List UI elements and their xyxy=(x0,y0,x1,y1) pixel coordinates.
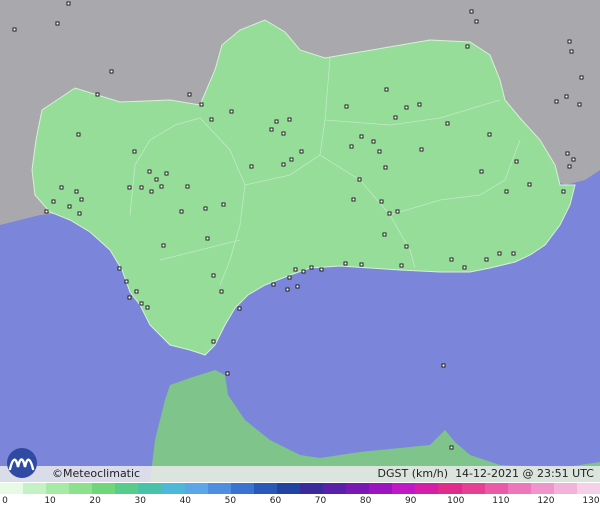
color-scale-swatch xyxy=(23,483,47,494)
color-scale-label: 30 xyxy=(134,496,146,506)
color-scale-swatch xyxy=(92,483,116,494)
color-scale-label: 60 xyxy=(269,496,282,506)
color-scale-swatch xyxy=(184,483,208,494)
color-scale-swatch xyxy=(346,483,370,494)
color-scale-label: 130 xyxy=(582,496,600,506)
color-scale-swatch xyxy=(553,483,577,494)
color-scale-label: 120 xyxy=(537,496,555,506)
color-scale-label: 20 xyxy=(89,496,101,506)
meteoclimatic-logo xyxy=(7,448,37,478)
color-scale-label: 50 xyxy=(224,496,237,506)
color-scale-swatch xyxy=(69,483,93,494)
color-scale-swatch xyxy=(276,483,301,494)
color-scale-swatch xyxy=(207,483,231,494)
color-scale-swatch xyxy=(115,483,139,494)
color-scale-swatch xyxy=(507,483,531,494)
color-scale-swatch xyxy=(438,483,462,494)
color-scale-swatch xyxy=(300,483,324,494)
map xyxy=(0,0,600,482)
color-scale-swatch xyxy=(138,483,162,494)
color-scale-swatch xyxy=(161,483,185,494)
color-scale-swatch xyxy=(323,483,347,494)
color-scale-label: 90 xyxy=(404,496,417,506)
color-scale-swatch xyxy=(530,483,554,494)
color-scale-label: 10 xyxy=(44,496,56,506)
color-scale-swatch xyxy=(461,483,485,494)
color-scale-swatch xyxy=(415,483,439,494)
color-scale-swatch xyxy=(253,483,277,494)
color-scale: 0 10 20 30 40 50 60 70 80 90 100 110 120 130 xyxy=(0,483,600,517)
color-scale-bar xyxy=(0,483,600,494)
color-scale-labels: 0 10 20 30 40 50 60 70 80 90 100 110 120 130 xyxy=(0,496,600,512)
color-scale-swatch xyxy=(0,483,24,494)
color-scale-label: 110 xyxy=(492,496,510,506)
color-scale-label: 40 xyxy=(179,496,192,506)
color-scale-label: 70 xyxy=(314,496,327,506)
color-scale-swatch xyxy=(369,483,393,494)
color-scale-swatch xyxy=(576,483,600,494)
color-scale-swatch xyxy=(484,483,508,494)
color-scale-label: 0 xyxy=(2,496,8,506)
color-scale-swatch xyxy=(392,483,416,494)
color-scale-label: 100 xyxy=(447,496,465,506)
color-scale-label: 80 xyxy=(359,496,372,506)
map-caption: DGST (km/h) 14-12-2021 @ 23:51 UTC xyxy=(377,467,594,480)
color-scale-swatch xyxy=(230,483,254,494)
brand-label: ©Meteoclimatic xyxy=(52,467,141,480)
color-scale-swatch xyxy=(46,483,70,494)
